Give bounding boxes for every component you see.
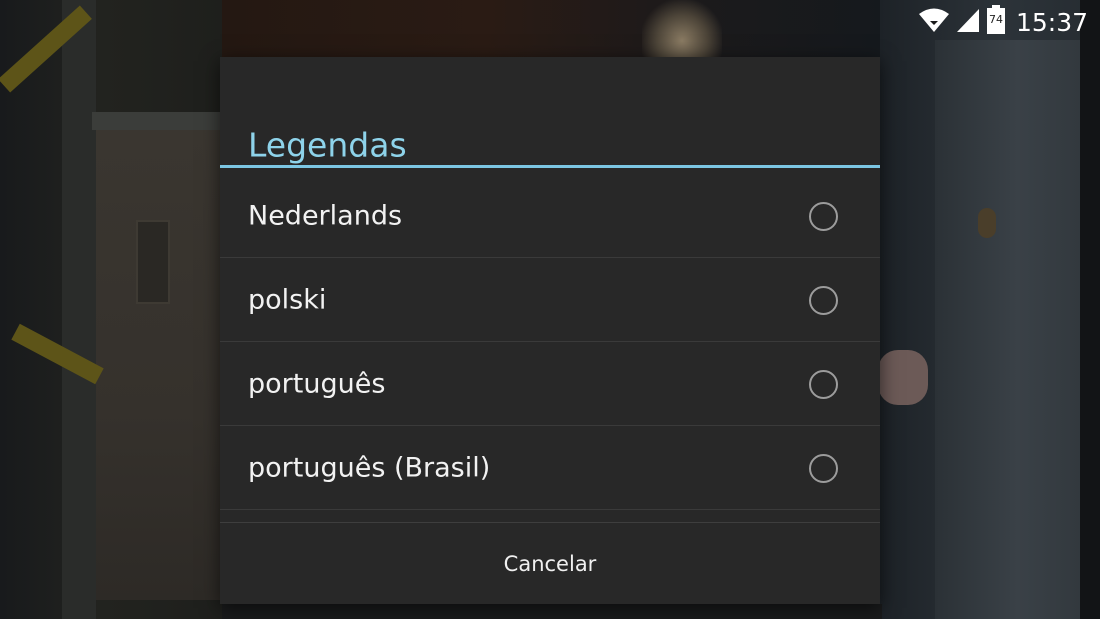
bg-edge-right xyxy=(1080,0,1100,619)
bg-door-left xyxy=(96,130,222,600)
language-option-nederlands[interactable]: Nederlands xyxy=(220,174,880,258)
radio-button[interactable] xyxy=(809,453,838,483)
radio-button[interactable] xyxy=(809,285,838,315)
option-label: polski xyxy=(248,284,327,315)
bg-door-trim xyxy=(92,112,225,130)
status-clock: 15:37 xyxy=(1015,7,1088,37)
battery-level-label: 74 xyxy=(988,13,1003,26)
wifi-icon xyxy=(918,7,950,37)
bg-floor xyxy=(222,604,882,619)
language-option-polski[interactable]: polski xyxy=(220,258,880,342)
bg-door-knob xyxy=(978,208,996,238)
subtitles-dialog: Legendas Nederlands polski português por… xyxy=(220,57,880,604)
language-option-portugues[interactable]: português xyxy=(220,342,880,426)
status-bar: 74 15:37 xyxy=(912,0,1100,44)
bg-door-right xyxy=(935,40,1100,619)
language-option-portugues-brasil[interactable]: português (Brasil) xyxy=(220,426,880,510)
option-label: português (Brasil) xyxy=(248,452,491,483)
radio-button[interactable] xyxy=(809,201,838,231)
signal-icon xyxy=(956,7,980,37)
screen: 74 15:37 Legendas Nederlands polski port… xyxy=(0,0,1100,619)
option-label: português xyxy=(248,368,386,399)
bg-light-switch xyxy=(136,220,170,304)
bg-wall-top xyxy=(222,0,882,58)
battery-icon: 74 xyxy=(986,5,1006,39)
bg-door-frame-left xyxy=(62,0,96,619)
option-label: Nederlands xyxy=(248,200,403,231)
dialog-title: Legendas xyxy=(248,125,407,165)
title-divider xyxy=(220,165,880,168)
radio-button[interactable] xyxy=(809,369,838,399)
language-options-list[interactable]: Nederlands polski português português (B… xyxy=(220,174,880,522)
bg-hand xyxy=(878,350,928,405)
bg-lamp xyxy=(642,0,722,58)
cancel-button[interactable]: Cancelar xyxy=(220,523,880,604)
